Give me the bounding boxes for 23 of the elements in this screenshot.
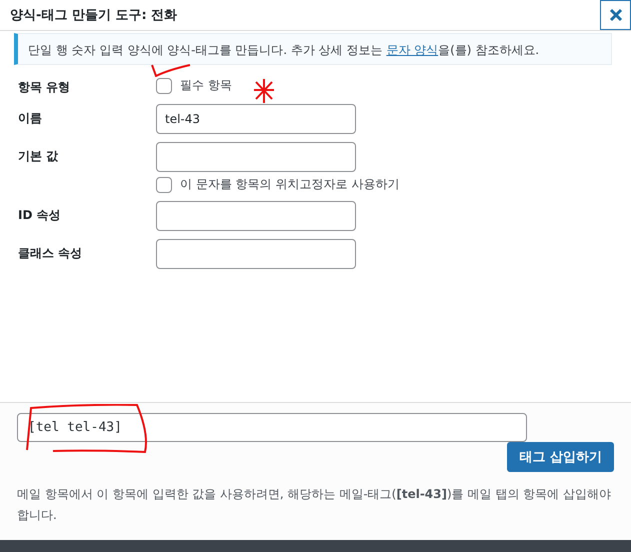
reference-link[interactable]: 문자 양식 (386, 43, 438, 57)
insert-tag-button[interactable]: 태그 삽입하기 (507, 442, 614, 472)
checkbox-label: 이 문자를 항목의 위치고정자로 사용하기 (180, 176, 400, 193)
checkbox[interactable] (156, 78, 172, 94)
input-field[interactable] (156, 201, 356, 231)
input-field[interactable] (156, 239, 356, 269)
checkbox[interactable] (156, 176, 172, 192)
close-icon (608, 8, 622, 22)
close-button[interactable] (600, 0, 631, 30)
field-label: 기본 값 (18, 148, 60, 165)
field-label: 이름 (18, 110, 43, 127)
annotation-checkmark (151, 64, 191, 77)
annotation-asterisk (252, 78, 276, 104)
input-field[interactable] (156, 142, 356, 172)
dialog-title: 양식-태그 만들기 도구: 전화 (10, 7, 178, 24)
notice-text: 단일 행 숫자 입력 양식에 양식-태그를 만듭니다. 추가 상세 정보는 문자 양식을(를) 참조하세요. (28, 43, 540, 57)
field-label: 항목 유형 (18, 79, 72, 96)
field-label: 클래스 속성 (18, 245, 84, 262)
input-field[interactable]: tel-43 (156, 104, 356, 134)
hint-text: 메일 항목에서 이 항목에 입력한 값을 사용하려면, 해당하는 메일-태그([tel-43])를 메일 탭의 항목에 삽입해야 합니다. (17, 486, 612, 524)
tag-field[interactable]: [tel tel-43] (17, 413, 527, 442)
checkbox-label: 필수 항목 (180, 77, 232, 94)
field-label: ID 속성 (18, 207, 62, 224)
